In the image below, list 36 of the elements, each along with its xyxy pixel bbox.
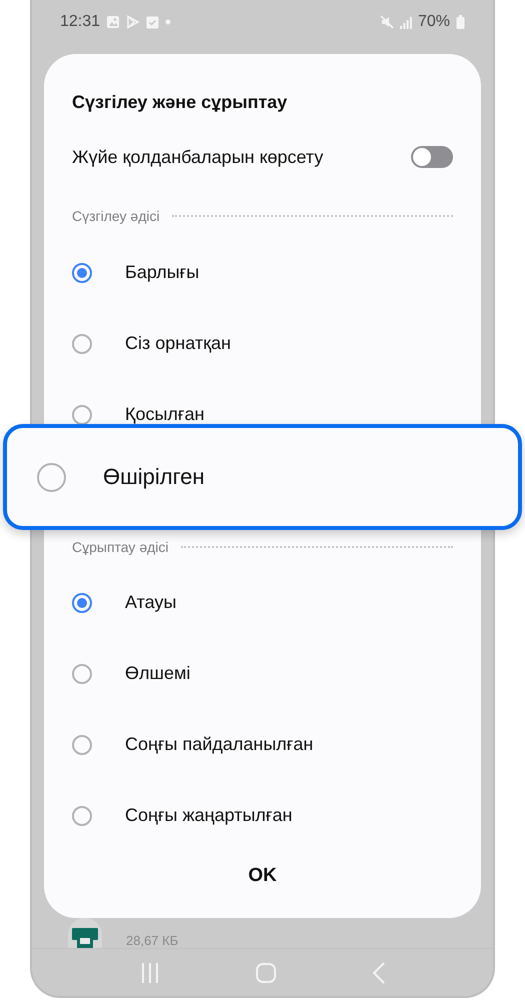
option-label: Соңғы жаңартылған — [125, 805, 292, 826]
option-label: Соңғы пайдаланылған — [125, 734, 314, 755]
toggle-label: Жүйе қолданбаларын көрсету — [72, 146, 324, 168]
home-icon — [254, 962, 276, 984]
radio-button[interactable] — [72, 334, 92, 354]
option-label: Өшірілген — [103, 464, 205, 490]
dot-icon — [165, 19, 172, 25]
checkbox-icon — [146, 16, 160, 28]
ok-button[interactable]: OK — [234, 859, 291, 893]
section-header: Сүзгілеу әдісі — [72, 208, 160, 224]
recents-icon — [140, 962, 160, 984]
option-label: Атауы — [125, 592, 176, 613]
radio-button[interactable] — [72, 664, 92, 684]
option-label: Барлығы — [125, 262, 200, 283]
radio-button[interactable] — [72, 806, 92, 826]
toggle-switch[interactable] — [411, 146, 453, 168]
play-store-icon — [126, 15, 140, 29]
mute-icon — [380, 15, 394, 29]
image-icon — [106, 15, 120, 29]
battery-icon — [456, 15, 465, 29]
file-size: 28,67 КБ — [126, 933, 178, 948]
option-label: Қосылған — [125, 404, 204, 425]
option-label: Өлшемі — [125, 663, 190, 684]
highlighted-option[interactable]: Өшірілген — [3, 424, 522, 530]
radio-button[interactable] — [72, 734, 92, 754]
signal-icon — [400, 16, 412, 28]
status-time: 12:31 — [60, 13, 100, 31]
radio-button[interactable] — [72, 592, 92, 612]
section-header: Сұрыптау әдісі — [72, 539, 168, 555]
printer-icon — [72, 928, 98, 948]
dialog-title: Сүзгілеу және сұрыптау — [72, 91, 288, 114]
radio-button[interactable] — [37, 462, 66, 492]
back-icon — [372, 962, 386, 984]
battery-percent: 70% — [418, 13, 450, 31]
option-label: Сіз орнатқан — [125, 333, 231, 354]
radio-button[interactable] — [72, 262, 92, 282]
